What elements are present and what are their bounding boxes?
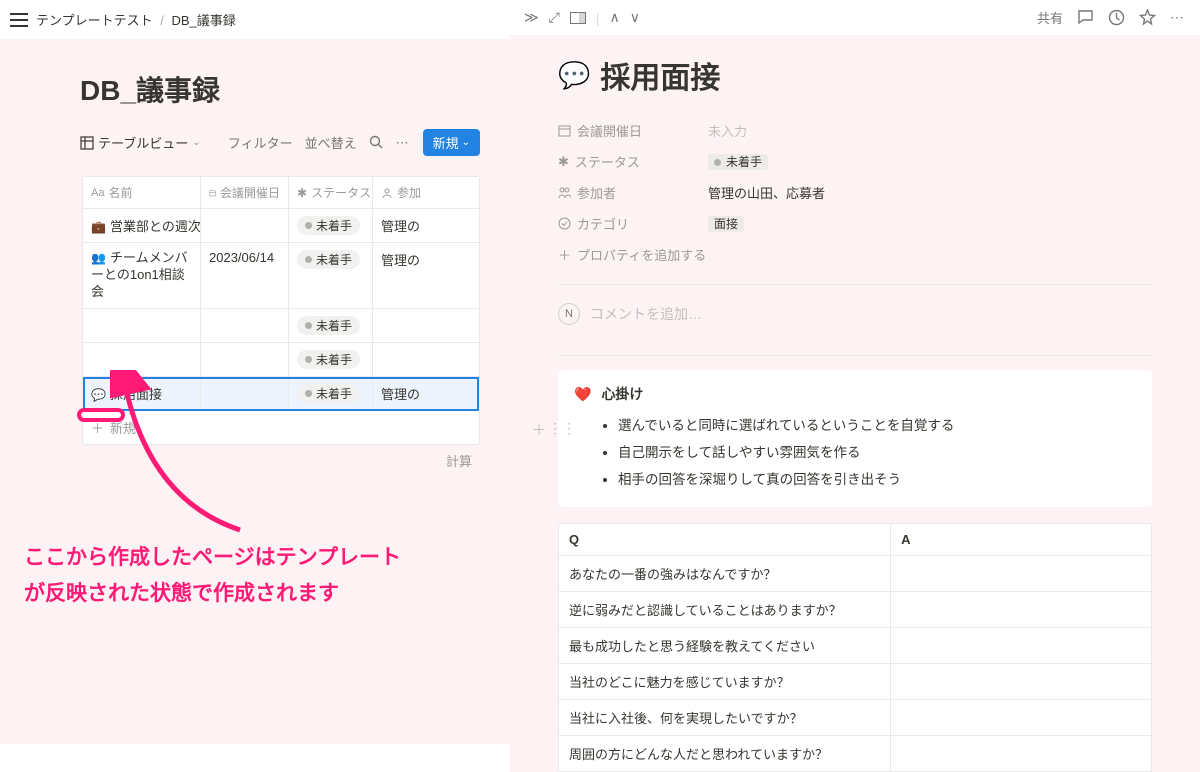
qa-table[interactable]: QA あなたの一番の強みはなんですか？ 逆に弱みだと認識していることはありますか… <box>558 523 1152 772</box>
table-row[interactable]: 当社に入社後、何を実現したいですか？ <box>559 700 1152 736</box>
list-item[interactable]: 選んでいると同時に選ばれているということを自覚する <box>618 412 1136 439</box>
search-icon[interactable] <box>369 135 384 150</box>
people-icon: 👥 <box>91 251 106 265</box>
menu-icon[interactable] <box>10 13 28 27</box>
add-property-button[interactable]: ＋プロパティを追加する <box>558 239 1152 270</box>
table-row[interactable]: 当社のどこに魅力を感じていますか？ <box>559 664 1152 700</box>
property-date[interactable]: 会議開催日 未入力 <box>558 115 1152 146</box>
column-header-date[interactable]: 会議開催日 <box>201 177 289 208</box>
page-title[interactable]: 採用面接 <box>600 53 720 97</box>
table-row[interactable]: 💼営業部との週次定例 未着手 管理の <box>83 209 479 243</box>
select-icon <box>558 217 571 230</box>
nav-down-icon[interactable]: ∨ <box>630 9 640 26</box>
block-handle[interactable]: ＋⋮⋮ <box>532 420 576 440</box>
sort-button[interactable]: 並べ替え <box>305 133 357 152</box>
breadcrumb-separator: / <box>160 13 164 28</box>
chat-icon: 💬 <box>91 388 106 402</box>
comment-icon[interactable] <box>1077 9 1094 26</box>
clock-icon[interactable] <box>1108 9 1125 26</box>
column-header-a[interactable]: A <box>891 524 1152 556</box>
plus-icon: ＋ <box>91 418 104 437</box>
table-row[interactable]: 周囲の方にどんな人だと思われていますか？ <box>559 736 1152 772</box>
add-comment[interactable]: N コメントを追加… <box>558 299 1152 341</box>
callout-block[interactable]: ＋⋮⋮ ❤️心掛け 選んでいると同時に選ばれているということを自覚する 自己開示… <box>558 370 1152 507</box>
table-row[interactable]: 未着手 <box>83 343 479 377</box>
avatar: N <box>558 303 580 325</box>
table-row[interactable]: あなたの一番の強みはなんですか？ <box>559 556 1152 592</box>
table-icon <box>80 136 94 150</box>
calculate-button[interactable]: 計算 <box>82 445 480 476</box>
more-icon[interactable]: ⋯ <box>396 135 411 151</box>
list-item[interactable]: 自己開示をして話しやすい雰囲気を作る <box>618 439 1136 466</box>
plus-icon: ＋ <box>558 245 571 264</box>
status-icon: ✱ <box>558 154 569 170</box>
collapse-icon[interactable]: ≫ <box>524 9 539 26</box>
new-row-button[interactable]: ＋ 新規 <box>83 411 479 444</box>
table-row[interactable]: 最も成功したと思う経験を教えてください <box>559 628 1152 664</box>
calendar-icon <box>209 187 216 199</box>
expand-icon[interactable]: ⤢ <box>549 9 560 26</box>
database-table: Aa名前 会議開催日 ✱ステータス 参加 💼営業部との週次定例 未着手 管理の … <box>82 176 480 445</box>
share-button[interactable]: 共有 <box>1037 8 1063 27</box>
breadcrumb-parent[interactable]: テンプレートテスト <box>36 13 153 28</box>
chevron-down-icon: ⌄ <box>192 137 200 148</box>
nav-up-icon[interactable]: ∧ <box>610 9 620 26</box>
peek-icon[interactable] <box>570 12 586 24</box>
column-header-participants[interactable]: 参加 <box>373 177 479 208</box>
divider: | <box>596 10 600 26</box>
property-status[interactable]: ✱ステータス 未着手 <box>558 146 1152 177</box>
star-icon[interactable] <box>1139 9 1156 26</box>
breadcrumb-current[interactable]: DB_議事録 <box>172 13 236 28</box>
chevron-down-icon: ⌄ <box>462 137 470 148</box>
list-item[interactable]: 相手の回答を深堀りして真の回答を引き出そう <box>618 466 1136 493</box>
calendar-icon <box>558 124 571 137</box>
breadcrumb[interactable]: テンプレートテスト / DB_議事録 <box>36 10 236 29</box>
property-category[interactable]: カテゴリ 面接 <box>558 208 1152 239</box>
more-icon[interactable]: ⋯ <box>1170 9 1186 26</box>
column-header-status[interactable]: ✱ステータス <box>289 177 373 208</box>
person-icon <box>381 187 393 199</box>
database-title[interactable]: DB_議事録 <box>80 69 480 109</box>
annotation-text: ここから作成したページはテンプレート が反映された状態で作成されます <box>24 540 401 611</box>
briefcase-icon: 💼 <box>91 220 106 234</box>
page-icon[interactable]: 💬 <box>558 60 590 91</box>
column-header-name[interactable]: Aa名前 <box>83 177 201 208</box>
people-icon <box>558 186 571 199</box>
column-header-q[interactable]: Q <box>559 524 891 556</box>
property-participants[interactable]: 参加者 管理の山田、応募者 <box>558 177 1152 208</box>
status-icon: ✱ <box>297 186 307 200</box>
table-row[interactable]: 逆に弱みだと認識していることはありますか？ <box>559 592 1152 628</box>
plus-icon[interactable]: ＋ <box>532 420 546 440</box>
new-button[interactable]: 新規 ⌄ <box>423 129 480 156</box>
table-row[interactable]: 未着手 <box>83 309 479 343</box>
drag-handle-icon[interactable]: ⋮⋮ <box>548 420 576 440</box>
filter-button[interactable]: フィルター <box>228 133 293 152</box>
table-row[interactable]: 👥チームメンバーとの1on1相談会 2023/06/14 未着手 管理の <box>83 243 479 309</box>
table-row-selected[interactable]: 💬採用面接 未着手 管理の <box>83 377 479 411</box>
heart-icon: ❤️ <box>574 386 591 403</box>
view-selector[interactable]: テーブルビュー ⌄ <box>80 133 201 152</box>
